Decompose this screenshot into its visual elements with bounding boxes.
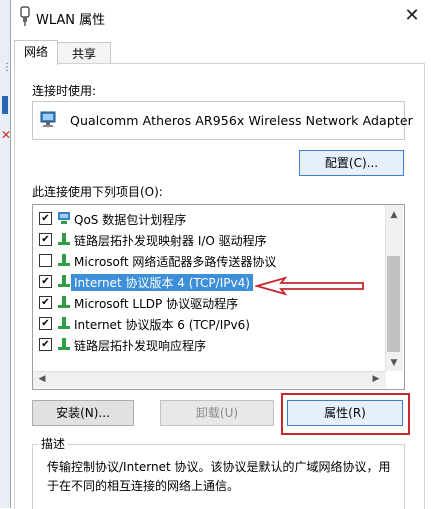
scroll-up-icon[interactable]: ▲ [386,207,402,223]
network-adapter-icon [20,6,30,26]
scrollbar-thumb[interactable] [387,256,400,352]
list-item[interactable]: ✔ 链路层拓扑发现响应程序 [33,334,378,354]
checkbox[interactable]: ✔ [39,296,52,309]
window-title: WLAN 属性 [36,13,106,28]
list-item-label: QoS 数据包计划程序 [74,213,187,227]
list-item[interactable]: ✔ Internet 协议版本 6 (TCP/IPv6) [33,313,378,333]
list-item-label: Microsoft LLDP 协议驱动程序 [74,297,239,311]
list-item-label: Internet 协议版本 6 (TCP/IPv6) [74,318,250,332]
annotation-highlight-box [281,393,410,435]
adapter-name: Qualcomm Atheros AR956x Wireless Network… [70,113,413,128]
checkbox[interactable]: ✔ [39,338,52,351]
install-button[interactable]: 安装(N)... [32,400,134,426]
protocol-icon [58,296,70,308]
checkbox[interactable] [39,254,52,267]
scroll-right-icon[interactable]: ▶ [368,371,384,387]
checkbox[interactable]: ✔ [39,317,52,330]
connection-items-list[interactable]: ✔ QoS 数据包计划程序 ✔ 链路层拓扑发现映射器 I/O 驱动程序 Micr… [32,204,405,390]
protocol-icon [58,338,70,350]
list-item[interactable]: ✔ QoS 数据包计划程序 [33,208,378,228]
annotation-arrow-icon [255,276,364,296]
description-legend: 描述 [38,435,69,452]
uninstall-button[interactable]: 卸载(U) [160,400,274,426]
protocol-icon [58,254,70,266]
protocol-icon [58,233,70,245]
background-window-icon [2,96,8,114]
tab-sharing[interactable]: 共享 [57,42,111,65]
tab-network[interactable]: 网络 [14,40,58,65]
network-card-icon [40,111,56,127]
list-item-label: 链路层拓扑发现映射器 I/O 驱动程序 [74,234,267,248]
connect-using-label: 连接时使用: [32,84,97,98]
list-item[interactable]: Microsoft 网络适配器多路传送器协议 [33,250,378,270]
configure-button[interactable]: 配置(C)... [299,150,404,176]
checkbox[interactable]: ✔ [39,212,52,225]
list-item-label: Microsoft 网络适配器多路传送器协议 [74,255,277,269]
list-item-label: 链路层拓扑发现响应程序 [74,339,207,353]
list-item[interactable]: ✔ 链路层拓扑发现映射器 I/O 驱动程序 [33,229,378,249]
protocol-icon [58,275,70,287]
scroll-down-icon[interactable]: ▼ [386,355,402,371]
list-item-label: Internet 协议版本 4 (TCP/IPv4) [71,274,253,291]
qos-icon [58,212,70,224]
protocol-icon [58,317,70,329]
horizontal-scrollbar[interactable] [33,371,386,388]
items-label: 此连接使用下列项目(O): [32,185,163,199]
checkbox[interactable]: ✔ [39,275,52,288]
checkbox[interactable]: ✔ [39,233,52,246]
description-text: 传输控制协议/Internet 协议。该协议是默认的广域网络协议，用于在不同的相… [47,460,391,493]
scroll-left-icon[interactable]: ◀ [34,371,50,387]
close-button[interactable]: ✕ [398,4,426,28]
